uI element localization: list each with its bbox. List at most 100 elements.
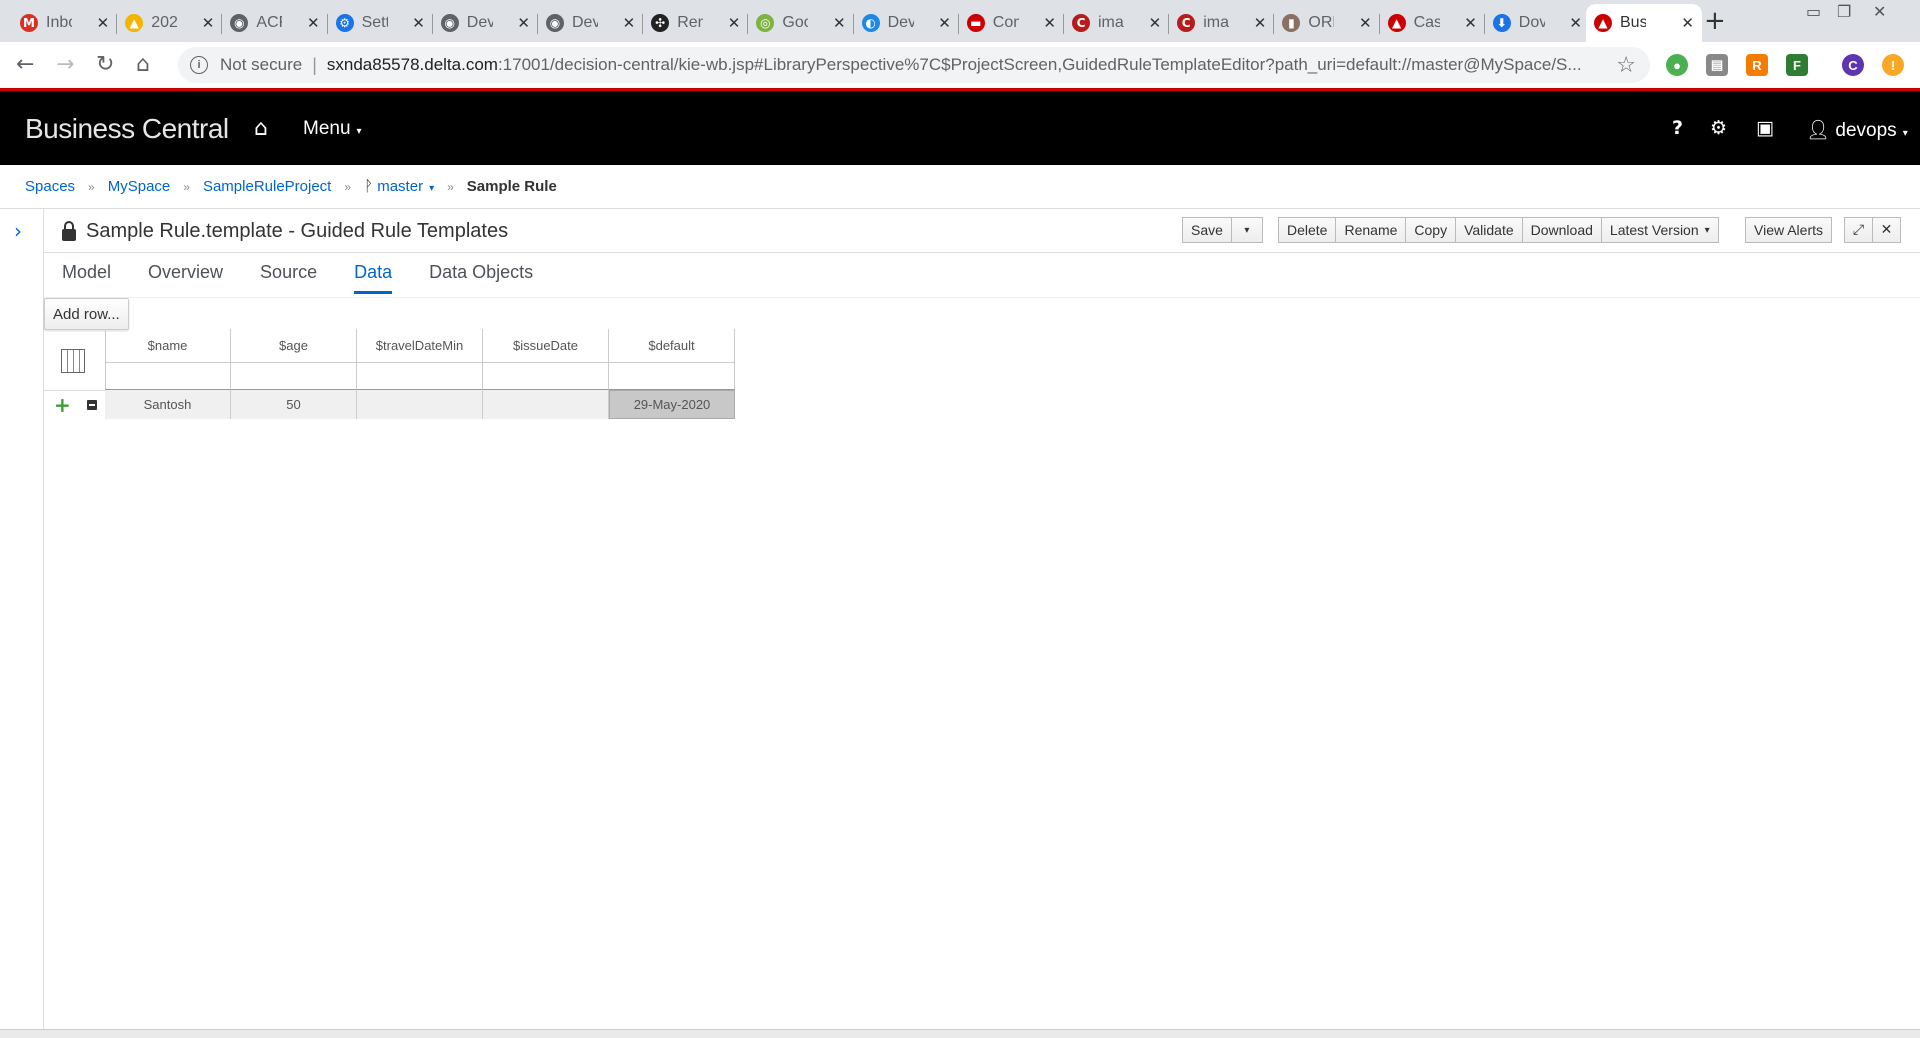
view-alerts-button[interactable]: View Alerts bbox=[1745, 217, 1832, 243]
column-filter-cell[interactable] bbox=[231, 363, 357, 390]
column-filter-cell[interactable] bbox=[483, 363, 609, 390]
close-tab-icon[interactable]: ✕ bbox=[307, 14, 320, 32]
save-button[interactable]: Save bbox=[1182, 217, 1232, 243]
extension-green-icon[interactable]: ● bbox=[1666, 54, 1688, 76]
browser-tab[interactable]: ▮ ORD ✕ bbox=[1274, 4, 1380, 42]
close-tab-icon[interactable]: ✕ bbox=[97, 14, 110, 32]
close-tab-icon[interactable]: ✕ bbox=[1149, 14, 1162, 32]
brand-logo[interactable]: Business Central bbox=[25, 113, 229, 145]
browser-tab[interactable]: Cima ✕ bbox=[1064, 4, 1170, 42]
user-menu[interactable]: 👤︎ devops ▾ bbox=[1806, 118, 1908, 142]
info-icon[interactable]: i bbox=[190, 56, 208, 74]
tab-data-objects[interactable]: Data Objects bbox=[429, 262, 533, 294]
delete-button[interactable]: Delete bbox=[1278, 217, 1337, 243]
new-tab-button[interactable]: + bbox=[1704, 6, 1726, 36]
breadcrumb-space[interactable]: MySpace bbox=[108, 178, 171, 195]
gear-icon[interactable]: ⚙ bbox=[1710, 117, 1727, 139]
close-tab-icon[interactable]: ✕ bbox=[1043, 14, 1056, 32]
restore-icon[interactable]: ❐ bbox=[1837, 2, 1851, 21]
url-text[interactable]: sxnda85578.delta.com:17001/decision-cent… bbox=[327, 55, 1607, 75]
delete-row-icon[interactable] bbox=[87, 400, 97, 410]
validate-button[interactable]: Validate bbox=[1455, 217, 1523, 243]
latest-version-dropdown[interactable]: Latest Version ▾ bbox=[1600, 217, 1719, 243]
left-panel-collapsed: › bbox=[0, 209, 44, 1029]
download-button[interactable]: Download bbox=[1521, 217, 1602, 243]
profile-avatar[interactable]: C bbox=[1842, 54, 1864, 76]
browser-tab[interactable]: ▲ Cas ✕ bbox=[1380, 4, 1485, 42]
table-cell[interactable]: 50 bbox=[231, 390, 357, 419]
column-header[interactable]: $travelDateMin bbox=[357, 329, 483, 363]
tab-data[interactable]: Data bbox=[354, 262, 393, 294]
breadcrumb-spaces[interactable]: Spaces bbox=[25, 178, 75, 195]
chevron-right-icon[interactable]: › bbox=[14, 219, 22, 243]
browser-tab[interactable]: ◐ Dev ✕ bbox=[854, 4, 959, 42]
browser-tab[interactable]: M Inbo ✕ bbox=[12, 4, 118, 42]
branch-selector[interactable]: ᚹ master ▾ bbox=[364, 178, 434, 195]
close-tab-icon[interactable]: ✕ bbox=[412, 14, 425, 32]
table-cell[interactable] bbox=[483, 390, 609, 419]
table-cell[interactable]: 29-May-2020 bbox=[609, 390, 735, 419]
update-icon[interactable]: ! bbox=[1882, 54, 1904, 76]
grid-settings-icon[interactable] bbox=[61, 349, 85, 373]
browser-tab[interactable]: ◉ Dev ✕ bbox=[433, 4, 539, 42]
rename-button[interactable]: Rename bbox=[1335, 217, 1407, 243]
column-header[interactable]: $default bbox=[609, 329, 735, 363]
menu-dropdown[interactable]: Menu ▾ bbox=[303, 118, 362, 140]
column-header[interactable]: $age bbox=[231, 329, 357, 363]
close-tab-icon[interactable]: ✕ bbox=[1254, 14, 1267, 32]
browser-tab[interactable]: ⚙ Setti ✕ bbox=[328, 4, 433, 42]
column-header[interactable]: $issueDate bbox=[483, 329, 609, 363]
save-options-button[interactable]: ▾ bbox=[1230, 217, 1263, 243]
column-filter-cell[interactable] bbox=[105, 363, 231, 390]
tab-source[interactable]: Source bbox=[260, 262, 317, 294]
extension-orange-icon[interactable]: R bbox=[1746, 54, 1768, 76]
copy-button[interactable]: Copy bbox=[1405, 217, 1457, 243]
extension-chart-icon[interactable]: ▤ bbox=[1706, 54, 1728, 76]
help-icon[interactable]: ? bbox=[1672, 117, 1683, 139]
add-row-button[interactable]: Add row... bbox=[44, 298, 129, 330]
extension-sheets-icon[interactable]: F bbox=[1786, 54, 1808, 76]
browser-tab[interactable]: ▲ Bus ✕ bbox=[1586, 4, 1702, 42]
browser-tab[interactable]: ◉ Dev ✕ bbox=[538, 4, 644, 42]
column-filter-cell[interactable] bbox=[609, 363, 735, 390]
address-bar[interactable]: i Not secure | sxnda85578.delta.com:1700… bbox=[178, 47, 1650, 83]
browser-tab[interactable]: ▲ 2021 ✕ bbox=[117, 4, 223, 42]
close-tab-icon[interactable]: ✕ bbox=[1681, 14, 1694, 32]
close-window-icon[interactable]: ✕ bbox=[1873, 2, 1886, 21]
close-tab-icon[interactable]: ✕ bbox=[1569, 14, 1582, 32]
close-tab-icon[interactable]: ✕ bbox=[728, 14, 741, 32]
bookmark-star-icon[interactable]: ☆ bbox=[1616, 53, 1636, 78]
home-icon[interactable]: ⌂ bbox=[136, 52, 150, 77]
browser-tab[interactable]: ▬ Con ✕ bbox=[959, 4, 1065, 42]
breadcrumb-project[interactable]: SampleRuleProject bbox=[203, 178, 331, 195]
reload-icon[interactable]: ↻ bbox=[96, 52, 114, 77]
chevron-down-icon: ▾ bbox=[1902, 128, 1908, 139]
close-tab-icon[interactable]: ✕ bbox=[1464, 14, 1477, 32]
column-header[interactable]: $name bbox=[105, 329, 231, 363]
close-tab-icon[interactable]: ✕ bbox=[517, 14, 530, 32]
browser-tab[interactable]: ⬇ Dov ✕ bbox=[1485, 4, 1591, 42]
close-tab-icon[interactable]: ✕ bbox=[938, 14, 951, 32]
minimize-icon[interactable]: ▭ bbox=[1806, 2, 1821, 21]
close-tab-icon[interactable]: ✕ bbox=[1359, 14, 1372, 32]
close-tab-icon[interactable]: ✕ bbox=[623, 14, 636, 32]
tab-overview[interactable]: Overview bbox=[148, 262, 223, 294]
close-tab-icon[interactable]: ✕ bbox=[202, 14, 215, 32]
table-cell[interactable]: Santosh bbox=[105, 390, 231, 419]
briefcase-icon[interactable]: ▣ bbox=[1756, 117, 1774, 139]
close-icon[interactable]: ✕ bbox=[1872, 217, 1901, 243]
tab-model[interactable]: Model bbox=[62, 262, 111, 294]
browser-tab[interactable]: ◉ ACF ✕ bbox=[222, 4, 328, 42]
url-host: sxnda85578.delta.com bbox=[326, 55, 498, 74]
close-tab-icon[interactable]: ✕ bbox=[833, 14, 846, 32]
back-icon[interactable]: ← bbox=[16, 52, 34, 77]
column-filter-cell[interactable] bbox=[357, 363, 483, 390]
add-row-icon[interactable]: + bbox=[54, 395, 71, 415]
browser-tab[interactable]: Cima ✕ bbox=[1169, 4, 1275, 42]
maximize-icon[interactable]: ⤢ bbox=[1844, 217, 1873, 243]
home-icon[interactable]: ⌂ bbox=[254, 116, 268, 141]
table-cell[interactable] bbox=[357, 390, 483, 419]
browser-tab[interactable]: ✣ Ren ✕ bbox=[643, 4, 749, 42]
browser-tab[interactable]: ◎ Goo ✕ bbox=[748, 4, 854, 42]
forward-icon[interactable]: → bbox=[56, 52, 74, 77]
